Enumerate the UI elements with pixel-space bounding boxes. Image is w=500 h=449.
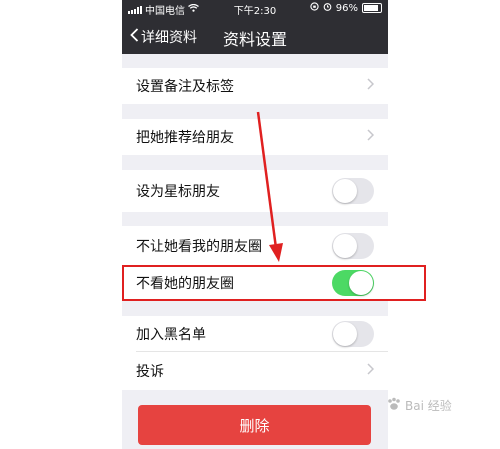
star-friend-toggle[interactable] [332, 178, 374, 204]
remark-and-tags-row[interactable]: 设置备注及标签 [122, 68, 388, 104]
star-friend-row: 设为星标朋友 [122, 170, 388, 212]
phone-screen: 中国电信 下午2:30 96% 详细资料 资料设置 设置备注及标签 把她推荐给朋… [122, 0, 388, 449]
toggle-knob [333, 179, 357, 203]
recommend-to-friend-row[interactable]: 把她推荐给朋友 [122, 119, 388, 155]
status-bar: 中国电信 下午2:30 96% [122, 0, 388, 18]
paw-icon [386, 396, 402, 415]
hide-my-moments-label: 不让她看我的朋友圈 [136, 239, 262, 255]
watermark-text: Bai 经验 [405, 399, 452, 413]
chevron-right-icon [367, 129, 375, 145]
battery-percent: 96% [335, 2, 358, 14]
watermark: Bai 经验 [386, 396, 452, 415]
toggle-knob [333, 322, 357, 346]
highlight-box [122, 265, 426, 301]
report-label: 投诉 [136, 364, 164, 380]
battery-icon [362, 3, 382, 13]
blacklist-row: 加入黑名单 [122, 316, 388, 352]
remark-and-tags-label: 设置备注及标签 [136, 79, 234, 95]
report-row[interactable]: 投诉 [122, 352, 388, 390]
nav-bar: 详细资料 资料设置 [122, 18, 388, 54]
toggle-knob [333, 234, 357, 258]
blacklist-label: 加入黑名单 [136, 327, 206, 343]
delete-button[interactable]: 删除 [138, 405, 371, 445]
hide-my-moments-row: 不让她看我的朋友圈 [122, 226, 388, 266]
chevron-right-icon [367, 363, 375, 379]
chevron-right-icon [367, 78, 375, 94]
recommend-to-friend-label: 把她推荐给朋友 [136, 130, 234, 146]
lock-rotation-icon [310, 2, 319, 14]
status-right: 96% [310, 2, 382, 14]
hide-my-moments-toggle[interactable] [332, 233, 374, 259]
blacklist-toggle[interactable] [332, 321, 374, 347]
alarm-icon [323, 2, 332, 14]
star-friend-label: 设为星标朋友 [136, 184, 220, 200]
page-title: 资料设置 [222, 30, 287, 49]
